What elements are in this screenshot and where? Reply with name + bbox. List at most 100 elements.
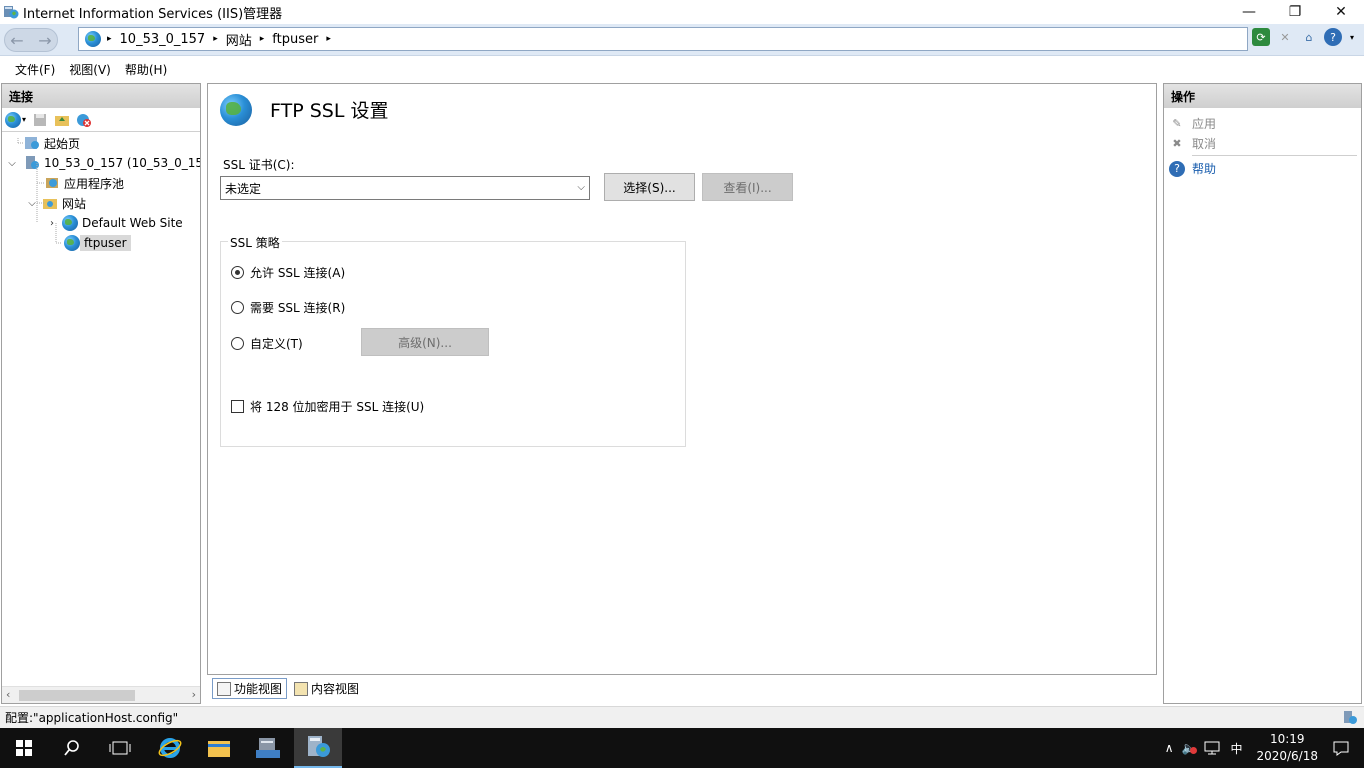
search-button[interactable] [48, 728, 96, 768]
view-tabs: 功能视图 内容视图 [212, 678, 364, 700]
network-icon[interactable] [1204, 741, 1220, 755]
taskbar-explorer[interactable] [195, 728, 243, 768]
ftp-ssl-globe-icon [220, 94, 252, 126]
action-label: 帮助 [1192, 162, 1217, 176]
refresh-icon[interactable]: ⟳ [1252, 28, 1270, 46]
forward-button[interactable]: → [32, 28, 58, 52]
help-icon[interactable]: ? [1324, 28, 1342, 46]
disconnect-icon[interactable] [76, 112, 92, 128]
feature-pane: FTP SSL 设置 SSL 证书(C): 未选定 ⌵ 选择(S)... 查看(… [207, 83, 1157, 675]
allow-ssl-radio[interactable] [231, 266, 244, 279]
menu-bar: 文件(F) 视图(V) 帮助(H) [0, 57, 1364, 81]
tab-features-view[interactable]: 功能视图 [212, 678, 288, 699]
taskbar: ∧ 🔈 中 10:19 2020/6/18 [0, 728, 1364, 768]
restore-button[interactable]: ❐ [1272, 0, 1318, 24]
use-128bit-option[interactable]: 将 128 位加密用于 SSL 连接(U) [231, 398, 424, 415]
actions-divider [1192, 155, 1357, 156]
help-icon: ? [1169, 160, 1185, 177]
globe-icon [85, 31, 101, 47]
tree-horizontal-scrollbar[interactable]: ‹ › [2, 686, 200, 703]
chevron-down-icon[interactable]: ▾ [1348, 28, 1356, 46]
scroll-right-icon[interactable]: › [192, 688, 196, 701]
custom-label: 自定义(T) [250, 337, 303, 351]
address-bar[interactable]: ▸ 10_53_0_157 ▸ 网站 ▸ ftpuser ▸ [78, 27, 1248, 51]
apply-action[interactable]: ✎ 应用 [1169, 115, 1216, 132]
taskbar-ie[interactable] [146, 728, 194, 768]
file-explorer-icon [208, 741, 230, 757]
server-manager-icon [256, 738, 280, 758]
page-title: FTP SSL 设置 [270, 100, 389, 122]
system-tray: ∧ 🔈 中 10:19 2020/6/18 [1165, 728, 1364, 768]
custom-radio[interactable] [231, 337, 244, 350]
connections-tree: 起始页 ⌵ 10_53_0_157 (10_53_0_157\ 应用程序池 ⌵ … [2, 132, 200, 682]
allow-ssl-option[interactable]: 允许 SSL 连接(A) [231, 264, 345, 281]
notifications-icon[interactable] [1332, 740, 1350, 756]
breadcrumb-server[interactable]: 10_53_0_157 [120, 32, 206, 47]
window-title: Internet Information Services (IIS)管理器 [23, 6, 283, 22]
status-server-icon [1344, 711, 1357, 724]
tree-item-ftpuser[interactable]: ftpuser [62, 233, 131, 253]
require-ssl-option[interactable]: 需要 SSL 连接(R) [231, 299, 345, 316]
tree-label: Default Web Site [82, 216, 183, 230]
tree-label: 网站 [62, 196, 87, 211]
internet-explorer-icon [158, 738, 182, 758]
help-action[interactable]: ? 帮助 [1169, 160, 1216, 177]
clock[interactable]: 10:19 2020/6/18 [1256, 731, 1318, 765]
chevron-up-icon[interactable]: ∧ [1165, 741, 1174, 755]
select-certificate-button[interactable]: 选择(S)... [604, 173, 695, 201]
cancel-icon: ✖ [1172, 137, 1182, 150]
home-icon[interactable]: ⌂ [1300, 28, 1318, 46]
close-button[interactable]: ✕ [1318, 0, 1364, 24]
volume-muted-icon[interactable]: 🔈 [1182, 741, 1197, 755]
actions-panel: 操作 ✎ 应用 ✖ 取消 ? 帮助 [1163, 83, 1362, 704]
breadcrumb-separator[interactable]: ▸ [213, 34, 218, 44]
tree-label: 10_53_0_157 (10_53_0_157\ [44, 156, 200, 170]
connect-icon[interactable] [5, 111, 21, 128]
scrollbar-thumb[interactable] [19, 690, 135, 701]
actions-header: 操作 [1164, 84, 1361, 108]
iis-manager-icon [308, 736, 330, 757]
stop-icon[interactable]: ✕ [1276, 28, 1294, 46]
save-icon[interactable] [32, 112, 48, 128]
cancel-action[interactable]: ✖ 取消 [1169, 135, 1216, 152]
breadcrumb-sites[interactable]: 网站 [226, 30, 252, 49]
use-128bit-label: 将 128 位加密用于 SSL 连接(U) [250, 400, 425, 414]
advanced-button[interactable]: 高级(N)... [361, 328, 489, 356]
chevron-down-icon[interactable]: ▾ [22, 115, 26, 124]
breadcrumb-separator[interactable]: ▸ [260, 34, 265, 44]
task-view-button[interactable] [96, 728, 144, 768]
ssl-policy-legend: SSL 策略 [228, 234, 282, 251]
folder-up-icon[interactable] [54, 112, 70, 128]
tree-item-default-web-site[interactable]: › Default Web Site [46, 213, 183, 233]
minimize-button[interactable]: — [1226, 0, 1272, 24]
menu-file[interactable]: 文件(F) [8, 61, 62, 78]
action-label: 应用 [1192, 117, 1217, 131]
back-button[interactable]: ← [4, 28, 30, 52]
tab-content-view[interactable]: 内容视图 [289, 678, 364, 699]
breadcrumb-ftpuser[interactable]: ftpuser [272, 32, 318, 47]
require-ssl-label: 需要 SSL 连接(R) [250, 301, 346, 315]
view-certificate-button[interactable]: 查看(I)... [702, 173, 793, 201]
action-label: 取消 [1192, 137, 1217, 151]
ime-indicator[interactable]: 中 [1230, 740, 1242, 757]
require-ssl-radio[interactable] [231, 301, 244, 314]
use-128bit-checkbox[interactable] [231, 400, 244, 413]
breadcrumb-separator[interactable]: ▸ [107, 34, 112, 44]
content-view-icon [294, 681, 309, 696]
connections-toolbar: ▾ [2, 108, 200, 132]
ssl-certificate-select[interactable]: 未选定 ⌵ [220, 176, 590, 200]
taskbar-iis-manager[interactable] [294, 728, 342, 768]
globe-icon [64, 235, 80, 251]
scroll-left-icon[interactable]: ‹ [6, 688, 10, 701]
breadcrumb-separator[interactable]: ▸ [326, 34, 331, 44]
ssl-certificate-label: SSL 证书(C): [223, 158, 295, 172]
taskbar-server-manager[interactable] [244, 728, 292, 768]
start-button[interactable] [0, 728, 48, 768]
menu-view[interactable]: 视图(V) [62, 61, 118, 78]
chevron-down-icon[interactable]: ⌵ [577, 182, 585, 193]
title-bar: Internet Information Services (IIS)管理器 —… [0, 0, 1364, 24]
connections-header: 连接 [2, 84, 200, 108]
tree-guides [17, 138, 62, 244]
custom-option[interactable]: 自定义(T) [231, 335, 303, 352]
menu-help[interactable]: 帮助(H) [118, 61, 174, 78]
